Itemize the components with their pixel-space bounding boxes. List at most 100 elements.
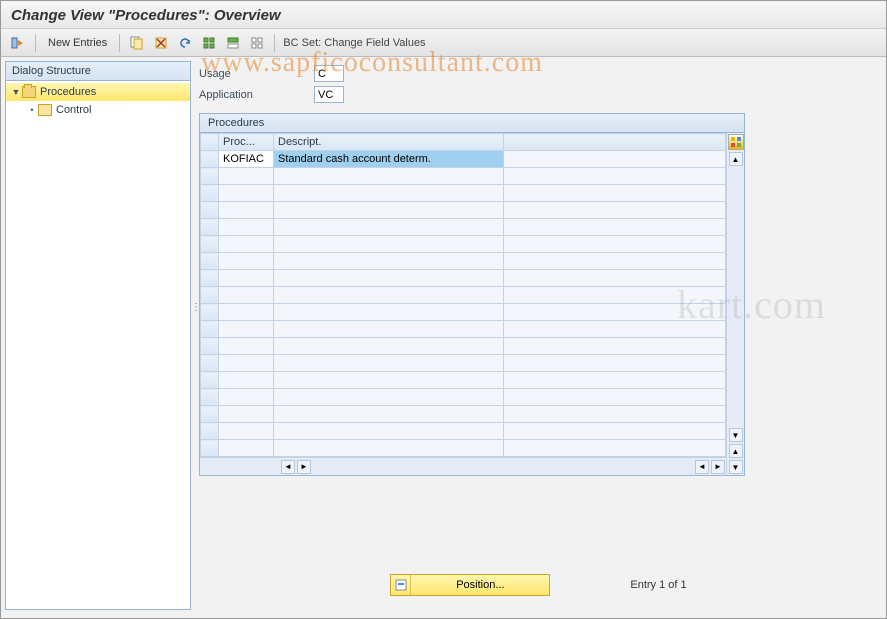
cell-empty[interactable] [274, 270, 504, 287]
cell-empty[interactable] [219, 406, 274, 423]
cell-empty[interactable] [274, 372, 504, 389]
cell-empty[interactable] [274, 338, 504, 355]
table-row-empty[interactable] [201, 219, 726, 236]
cell-empty[interactable] [219, 338, 274, 355]
scroll-down-alt-icon[interactable]: ▼ [729, 460, 743, 474]
horizontal-scrollbar[interactable]: ◄ ► ◄ ► [200, 457, 726, 475]
scroll-left-icon[interactable]: ◄ [281, 460, 295, 474]
row-selector[interactable] [201, 440, 219, 457]
cell-empty[interactable] [219, 321, 274, 338]
col-descript[interactable]: Descript. [274, 134, 504, 151]
table-row-empty[interactable] [201, 372, 726, 389]
cell-empty[interactable] [219, 253, 274, 270]
other-view-icon[interactable] [9, 34, 27, 52]
table-row-empty[interactable] [201, 202, 726, 219]
row-selector[interactable] [201, 219, 219, 236]
table-row-empty[interactable] [201, 440, 726, 457]
row-selector[interactable] [201, 287, 219, 304]
table-row-empty[interactable] [201, 236, 726, 253]
cell-empty[interactable] [219, 287, 274, 304]
usage-input[interactable] [314, 65, 344, 82]
cell-empty[interactable] [274, 304, 504, 321]
cell-empty[interactable] [219, 389, 274, 406]
cell-empty[interactable] [219, 440, 274, 457]
cell-empty[interactable] [219, 355, 274, 372]
cell-proc[interactable]: KOFIAC [219, 151, 274, 168]
table-row-empty[interactable] [201, 304, 726, 321]
new-entries-button[interactable]: New Entries [44, 37, 111, 49]
cell-empty[interactable] [274, 355, 504, 372]
row-selector[interactable] [201, 423, 219, 440]
cell-empty[interactable] [274, 219, 504, 236]
cell-empty[interactable] [219, 219, 274, 236]
table-row-empty[interactable] [201, 168, 726, 185]
cell-empty[interactable] [274, 185, 504, 202]
cell-empty[interactable] [219, 270, 274, 287]
row-selector[interactable] [201, 338, 219, 355]
table-row-empty[interactable] [201, 321, 726, 338]
row-selector[interactable] [201, 236, 219, 253]
cell-empty[interactable] [274, 202, 504, 219]
cell-empty[interactable] [219, 168, 274, 185]
tree-node-procedures[interactable]: ▼ Procedures [6, 83, 190, 101]
cell-empty[interactable] [274, 406, 504, 423]
table-row-empty[interactable] [201, 270, 726, 287]
row-selector[interactable] [201, 304, 219, 321]
cell-descript[interactable]: Standard cash account determ. [274, 151, 504, 168]
cell-empty[interactable] [274, 423, 504, 440]
row-selector-header[interactable] [201, 134, 219, 151]
deselect-all-icon[interactable] [248, 34, 266, 52]
cell-empty[interactable] [274, 440, 504, 457]
bcset-label[interactable]: BC Set: Change Field Values [283, 37, 425, 49]
select-all-icon[interactable] [200, 34, 218, 52]
delete-icon[interactable] [152, 34, 170, 52]
table-row-empty[interactable] [201, 185, 726, 202]
row-selector[interactable] [201, 389, 219, 406]
row-selector[interactable] [201, 270, 219, 287]
scroll-right-icon[interactable]: ► [297, 460, 311, 474]
table-row-empty[interactable] [201, 355, 726, 372]
row-selector[interactable] [201, 406, 219, 423]
table-row-empty[interactable] [201, 253, 726, 270]
row-selector[interactable] [201, 355, 219, 372]
table-row-empty[interactable] [201, 389, 726, 406]
table-row-empty[interactable] [201, 338, 726, 355]
row-selector[interactable] [201, 372, 219, 389]
application-input[interactable] [314, 86, 344, 103]
row-selector[interactable] [201, 151, 219, 168]
scroll-left-end-icon[interactable]: ◄ [695, 460, 709, 474]
cell-empty[interactable] [274, 389, 504, 406]
scroll-up-alt-icon[interactable]: ▲ [729, 444, 743, 458]
cell-empty[interactable] [219, 304, 274, 321]
cell-empty[interactable] [274, 236, 504, 253]
col-proc[interactable]: Proc... [219, 134, 274, 151]
cell-empty[interactable] [274, 321, 504, 338]
select-block-icon[interactable] [224, 34, 242, 52]
cell-empty[interactable] [274, 287, 504, 304]
cell-empty[interactable] [219, 372, 274, 389]
vertical-scrollbar[interactable]: ▲ ▼ ▲ ▼ [726, 133, 744, 475]
cell-empty[interactable] [219, 185, 274, 202]
row-selector[interactable] [201, 253, 219, 270]
scroll-right-end-icon[interactable]: ► [711, 460, 725, 474]
scroll-up-icon[interactable]: ▲ [729, 152, 743, 166]
table-row-empty[interactable] [201, 287, 726, 304]
tree-node-control[interactable]: • Control [6, 101, 190, 119]
cell-empty[interactable] [274, 168, 504, 185]
splitter-handle[interactable] [191, 301, 195, 331]
row-selector[interactable] [201, 168, 219, 185]
table-row-empty[interactable] [201, 406, 726, 423]
cell-empty[interactable] [219, 202, 274, 219]
position-button[interactable]: Position... [390, 574, 550, 596]
cell-empty[interactable] [274, 253, 504, 270]
scroll-down-icon[interactable]: ▼ [729, 428, 743, 442]
table-settings-icon[interactable] [728, 134, 744, 150]
cell-empty[interactable] [219, 423, 274, 440]
row-selector[interactable] [201, 202, 219, 219]
table-row-empty[interactable] [201, 423, 726, 440]
row-selector[interactable] [201, 321, 219, 338]
copy-icon[interactable] [128, 34, 146, 52]
undo-icon[interactable] [176, 34, 194, 52]
cell-empty[interactable] [219, 236, 274, 253]
row-selector[interactable] [201, 185, 219, 202]
